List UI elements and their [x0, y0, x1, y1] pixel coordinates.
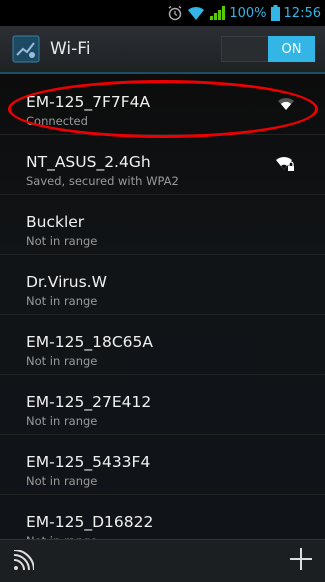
- network-status: Not in range: [26, 414, 98, 428]
- network-item[interactable]: EM-125_5433F4 Not in range: [0, 434, 325, 495]
- battery-percent: 100%: [229, 5, 267, 21]
- network-status: Saved, secured with WPA2: [26, 174, 179, 188]
- network-status: Connected: [26, 114, 88, 128]
- wifi-signal-icon: [277, 96, 295, 115]
- network-status: Not in range: [26, 234, 98, 248]
- network-item[interactable]: EM-125_18C65A Not in range: [0, 314, 325, 375]
- network-item[interactable]: Buckler Not in range: [0, 194, 325, 255]
- status-bar: 100% 12:56: [0, 0, 325, 26]
- network-item[interactable]: Dr.Virus.W Not in range: [0, 254, 325, 315]
- network-item[interactable]: EM-125_27E412 Not in range: [0, 374, 325, 435]
- wifi-status-icon: [187, 5, 205, 21]
- network-name: EM-125_18C65A: [26, 333, 153, 351]
- signal-icon: [209, 5, 226, 21]
- wifi-settings-icon[interactable]: [12, 35, 40, 63]
- wifi-toggle[interactable]: ON: [221, 36, 315, 62]
- network-list: EM-125_7F7F4A Connected NT_ASUS_2.4Gh Sa…: [0, 74, 325, 555]
- network-item[interactable]: NT_ASUS_2.4Gh Saved, secured with WPA2: [0, 134, 325, 195]
- network-name: EM-125_5433F4: [26, 453, 151, 471]
- network-name: Dr.Virus.W: [26, 273, 107, 291]
- page-title: Wi-Fi: [50, 39, 91, 59]
- bottom-bar: [0, 539, 325, 582]
- network-item[interactable]: EM-125_7F7F4A Connected: [0, 74, 325, 135]
- wifi-toggle-on[interactable]: ON: [268, 36, 315, 62]
- wifi-locked-icon: [275, 156, 295, 176]
- network-name: Buckler: [26, 213, 85, 231]
- network-name: EM-125_7F7F4A: [26, 93, 151, 111]
- wps-icon[interactable]: [12, 549, 35, 576]
- network-name: EM-125_27E412: [26, 393, 152, 411]
- network-status: Not in range: [26, 294, 98, 308]
- clock: 12:56: [283, 5, 321, 21]
- alarm-icon: [167, 5, 183, 21]
- action-bar: Wi-Fi ON: [0, 26, 325, 74]
- network-status: Not in range: [26, 354, 98, 368]
- network-name: EM-125_D16822: [26, 513, 154, 531]
- network-name: NT_ASUS_2.4Gh: [26, 153, 151, 171]
- network-status: Not in range: [26, 474, 98, 488]
- battery-icon: [270, 5, 280, 21]
- add-icon[interactable]: [289, 547, 313, 575]
